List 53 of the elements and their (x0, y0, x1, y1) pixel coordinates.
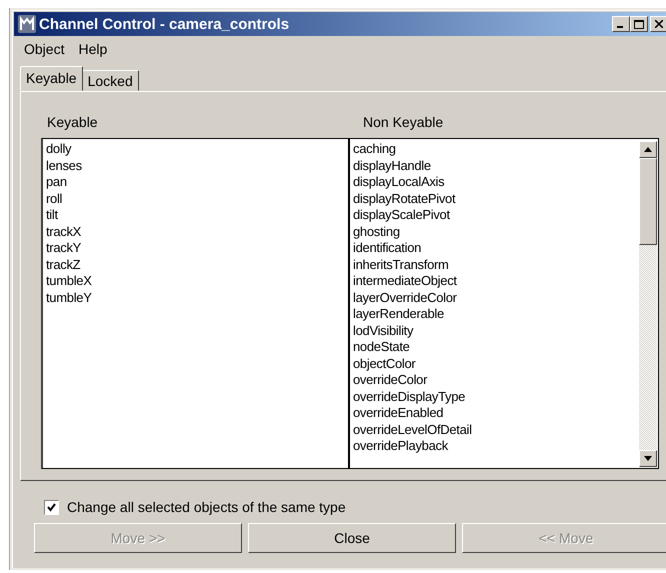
non-keyable-list[interactable] (349, 138, 659, 469)
list-item[interactable]: roll (46, 190, 345, 207)
window-title: Channel Control - camera_controls (39, 16, 290, 32)
maximize-icon (634, 20, 644, 28)
list-item[interactable]: overrideEnabled (353, 405, 639, 422)
list-item[interactable]: objectColor (353, 356, 639, 372)
keyable-list[interactable]: dolly lenses pan roll tilt trackX trackY trackZ tumbleX tumbleY (41, 138, 349, 469)
down-arrow-icon (644, 456, 652, 461)
list-item[interactable]: tumbleY (46, 290, 345, 306)
up-arrow-icon (644, 147, 652, 152)
list-item[interactable]: overrideDisplayType (353, 388, 639, 405)
close-icon (655, 20, 663, 28)
menu-item[interactable]: Help (78, 41, 108, 57)
list-item[interactable]: intermediateObject (353, 273, 639, 290)
menu-item[interactable]: Object (24, 41, 64, 57)
list-item[interactable]: trackY (46, 240, 345, 256)
tab[interactable]: Keyable (20, 66, 83, 91)
list-item[interactable]: layerRenderable (353, 306, 639, 322)
scroll-up-button[interactable] (639, 141, 657, 158)
list-item[interactable]: layerOverrideColor (353, 290, 639, 306)
list-item[interactable]: tilt (46, 207, 345, 224)
scrollbar[interactable] (639, 141, 657, 467)
column-heading: Non Keyable (362, 114, 444, 132)
checkbox[interactable] (44, 500, 59, 514)
list-item[interactable]: lenses (46, 158, 345, 174)
list-item[interactable]: displayLocalAxis (353, 174, 639, 190)
list-item[interactable]: identification (353, 240, 639, 256)
minimize-button[interactable] (612, 16, 630, 32)
dialog-button[interactable]: Close (248, 523, 456, 553)
list-item[interactable]: displayHandle (353, 158, 639, 174)
checkbox-label: Change all selected objects of the same type (67, 499, 346, 515)
app-logo-icon (18, 15, 36, 33)
scroll-down-button[interactable] (639, 450, 657, 467)
list-item[interactable]: trackZ (46, 256, 345, 273)
list-item[interactable]: ghosting (353, 224, 639, 240)
maximize-button[interactable] (630, 16, 648, 32)
list-item[interactable]: displayRotatePivot (353, 190, 639, 207)
list-item[interactable]: caching (353, 141, 639, 158)
list-item[interactable]: trackX (46, 224, 345, 240)
column-heading: Keyable (46, 114, 99, 132)
scroll-thumb[interactable] (639, 158, 657, 245)
tab[interactable]: Locked (82, 70, 139, 91)
list-item[interactable]: dolly (46, 141, 345, 158)
list-item[interactable]: displayScalePivot (353, 207, 639, 224)
list-item[interactable]: overrideLevelOfDetail (353, 422, 639, 438)
list-item[interactable]: lodVisibility (353, 322, 639, 339)
list-item[interactable]: inheritsTransform (353, 256, 639, 273)
list-item[interactable]: overridePlayback (353, 438, 639, 454)
list-item[interactable]: tumbleX (46, 273, 345, 290)
list-item[interactable]: overrideColor (353, 372, 639, 388)
list-item[interactable]: pan (46, 174, 345, 190)
list-item[interactable]: nodeState (353, 339, 639, 356)
close-button[interactable] (650, 16, 666, 32)
